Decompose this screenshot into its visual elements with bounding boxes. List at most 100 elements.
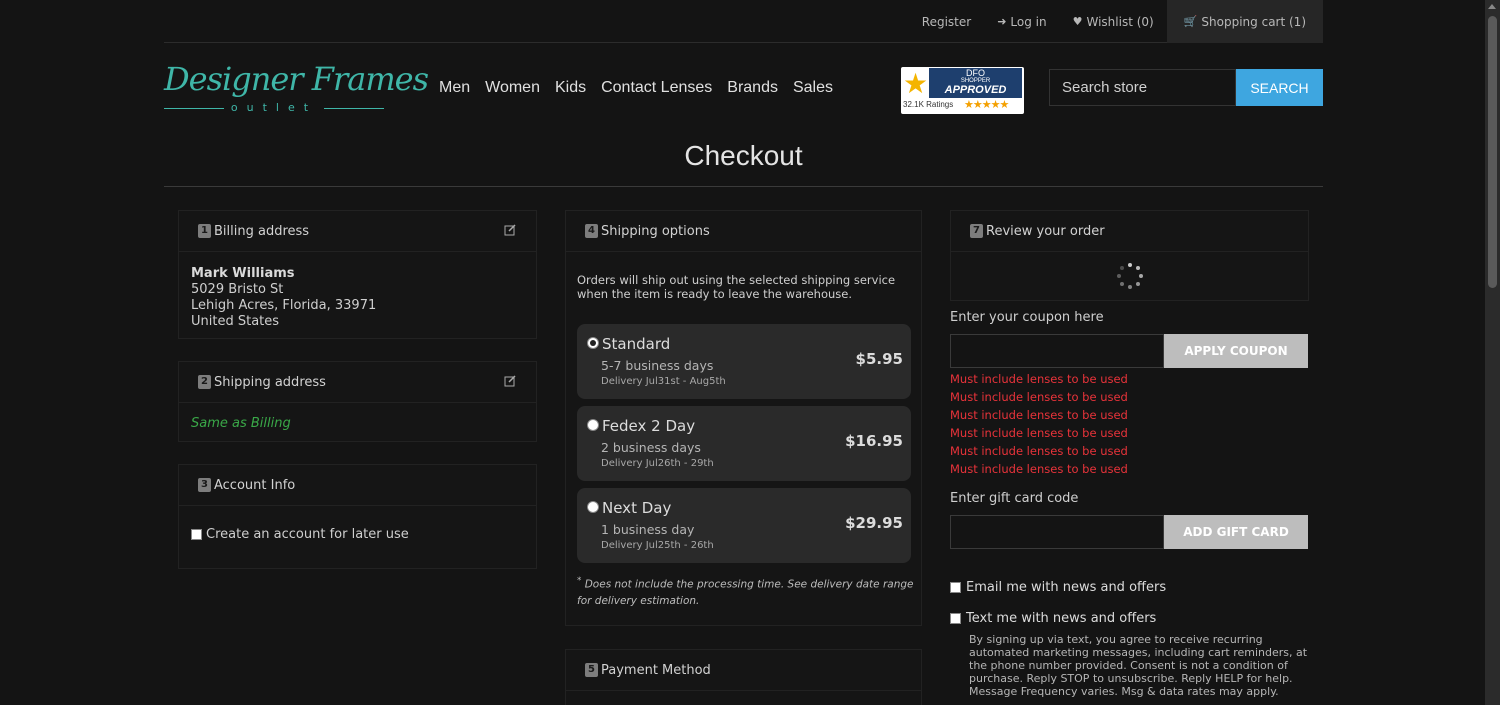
text-optin-label: Text me with news and offers: [966, 611, 1157, 626]
billing-country: United States: [191, 314, 280, 329]
coupon-error: Must include lenses to be used: [950, 390, 1128, 404]
account-info-header: 3 Account Info: [179, 465, 536, 506]
radio-button[interactable]: [587, 337, 599, 349]
shipping-note: Orders will ship out using the selected …: [577, 273, 896, 301]
step-number: 7: [970, 224, 983, 238]
sms-disclaimer: By signing up via text, you agree to rec…: [969, 633, 1308, 698]
header-links: Register ➜ Log in ♥ Wishlist (0) 🛒 Shopping…: [909, 0, 1323, 43]
wishlist-label: Wishlist (0): [1086, 14, 1154, 29]
logo-wordmark: Designer Frames: [164, 60, 429, 98]
coupon-error: Must include lenses to be used: [950, 408, 1128, 422]
option-days: 1 business day: [601, 522, 695, 537]
star-icon: ★: [903, 67, 929, 100]
text-optin-checkbox[interactable]: [950, 613, 961, 624]
top-bar: Register ➜ Log in ♥ Wishlist (0) 🛒 Shopping…: [164, 0, 1323, 43]
option-name: Standard: [602, 335, 671, 353]
shipping-options-title: Shipping options: [601, 223, 710, 239]
register-label: Register: [921, 14, 972, 29]
main-nav: Men Women Kids Contact Lenses Brands Sal…: [439, 79, 833, 97]
create-account-checkbox[interactable]: [191, 529, 202, 540]
edit-icon[interactable]: [504, 224, 516, 236]
cart-icon: 🛒: [1183, 15, 1198, 28]
step-number: 5: [585, 663, 598, 677]
coupon-error: Must include lenses to be used: [950, 444, 1128, 458]
shipping-option-standard[interactable]: Standard 5-7 business days Delivery Jul3…: [577, 324, 911, 399]
badge-ratings: 32.1K Ratings: [903, 100, 954, 109]
text-optin: Text me with news and offers: [950, 611, 1308, 626]
shipping-address-panel: 2 Shipping address Same as Billing: [178, 361, 537, 442]
billing-city: Lehigh Acres, Florida, 33971: [191, 298, 377, 313]
account-info-title: Account Info: [214, 477, 296, 493]
nav-women[interactable]: Women: [485, 79, 540, 97]
nav-contact-lenses[interactable]: Contact Lenses: [601, 79, 712, 97]
option-price: $5.95: [855, 350, 903, 368]
coupon-errors: Must include lenses to be used Must incl…: [950, 370, 1308, 478]
heart-icon: ♥: [1072, 15, 1083, 28]
step-number: 2: [198, 375, 211, 389]
billing-address-title: Billing address: [214, 223, 310, 239]
coupon-label: Enter your coupon here: [950, 310, 1104, 325]
review-order-panel: 7 Review your order: [950, 210, 1309, 301]
discounts-section: Enter your coupon here APPLY COUPON Must…: [950, 310, 1308, 698]
billing-address-body: Mark Williams 5029 Bristo St Lehigh Acre…: [179, 252, 536, 342]
shopper-approved-badge[interactable]: ★ DFO SHOPPER APPROVED 32.1K Ratings ★★★…: [901, 67, 1024, 114]
radio-button[interactable]: [587, 419, 599, 431]
site-header: Designer Frames outlet Men Women Kids Co…: [164, 43, 1323, 135]
scrollbar-thumb[interactable]: [1488, 16, 1497, 288]
create-account-label: Create an account for later use: [206, 527, 409, 542]
step-number: 1: [198, 224, 211, 238]
payment-method-header: 5 Payment Method: [566, 650, 921, 691]
shipping-option-fedex-2-day[interactable]: Fedex 2 Day 2 business days Delivery Jul…: [577, 406, 911, 481]
edit-icon[interactable]: [504, 375, 516, 387]
option-name: Fedex 2 Day: [602, 417, 696, 435]
register-link[interactable]: Register: [909, 0, 984, 43]
shopping-cart-link[interactable]: 🛒 Shopping cart (1): [1166, 0, 1323, 43]
payment-method-panel: 5 Payment Method: [565, 649, 922, 705]
option-name: Next Day: [602, 499, 672, 517]
payment-method-title: Payment Method: [601, 662, 711, 678]
email-optin-label: Email me with news and offers: [966, 580, 1167, 595]
coupon-input[interactable]: [950, 334, 1164, 368]
giftcard-input[interactable]: [950, 515, 1164, 549]
step-number: 3: [198, 478, 211, 492]
option-price: $29.95: [845, 514, 903, 532]
radio-button[interactable]: [587, 501, 599, 513]
billing-name: Mark Williams: [191, 266, 295, 281]
shipping-options-panel: 4 Shipping options Orders will ship out …: [565, 210, 922, 626]
email-optin-checkbox[interactable]: [950, 582, 961, 593]
login-label: Log in: [1010, 14, 1047, 29]
scroll-up-arrow-icon[interactable]: [1488, 4, 1496, 9]
shipping-options-header: 4 Shipping options: [566, 211, 921, 252]
option-delivery: Delivery Jul26th - 29th: [601, 458, 714, 469]
coupon-error: Must include lenses to be used: [950, 462, 1128, 476]
badge-top: DFO SHOPPER APPROVED: [929, 68, 1022, 98]
login-link[interactable]: ➜ Log in: [984, 0, 1059, 43]
shipping-option-next-day[interactable]: Next Day 1 business day Delivery Jul25th…: [577, 488, 911, 563]
apply-coupon-button[interactable]: APPLY COUPON: [1164, 334, 1308, 368]
step-number: 4: [585, 224, 598, 238]
shipping-address-body: Same as Billing: [179, 403, 536, 443]
billing-street: 5029 Bristo St: [191, 282, 284, 297]
billing-address-header: 1 Billing address: [179, 211, 536, 252]
option-price: $16.95: [845, 432, 903, 450]
search-button[interactable]: SEARCH: [1236, 69, 1323, 106]
email-optin: Email me with news and offers: [950, 580, 1308, 595]
option-days: 5-7 business days: [601, 358, 714, 373]
option-delivery: Delivery Jul25th - 26th: [601, 540, 714, 551]
nav-men[interactable]: Men: [439, 79, 470, 97]
nav-brands[interactable]: Brands: [727, 79, 778, 97]
page-scrollbar[interactable]: [1485, 0, 1500, 705]
add-giftcard-button[interactable]: ADD GIFT CARD: [1164, 515, 1308, 549]
option-days: 2 business days: [601, 440, 701, 455]
shipping-address-title: Shipping address: [214, 374, 326, 390]
nav-sales[interactable]: Sales: [793, 79, 833, 97]
site-logo[interactable]: Designer Frames outlet: [164, 60, 429, 116]
loading-spinner-icon: [1117, 263, 1143, 289]
account-info-body: Create an account for later use: [179, 506, 536, 554]
search-input[interactable]: [1049, 69, 1236, 106]
rating-stars-icon: ★★★★★: [964, 98, 1009, 111]
nav-kids[interactable]: Kids: [555, 79, 586, 97]
coupon-row: APPLY COUPON: [950, 334, 1308, 368]
billing-address-panel: 1 Billing address Mark Williams 5029 Bri…: [178, 210, 537, 339]
wishlist-link[interactable]: ♥ Wishlist (0): [1060, 0, 1167, 43]
